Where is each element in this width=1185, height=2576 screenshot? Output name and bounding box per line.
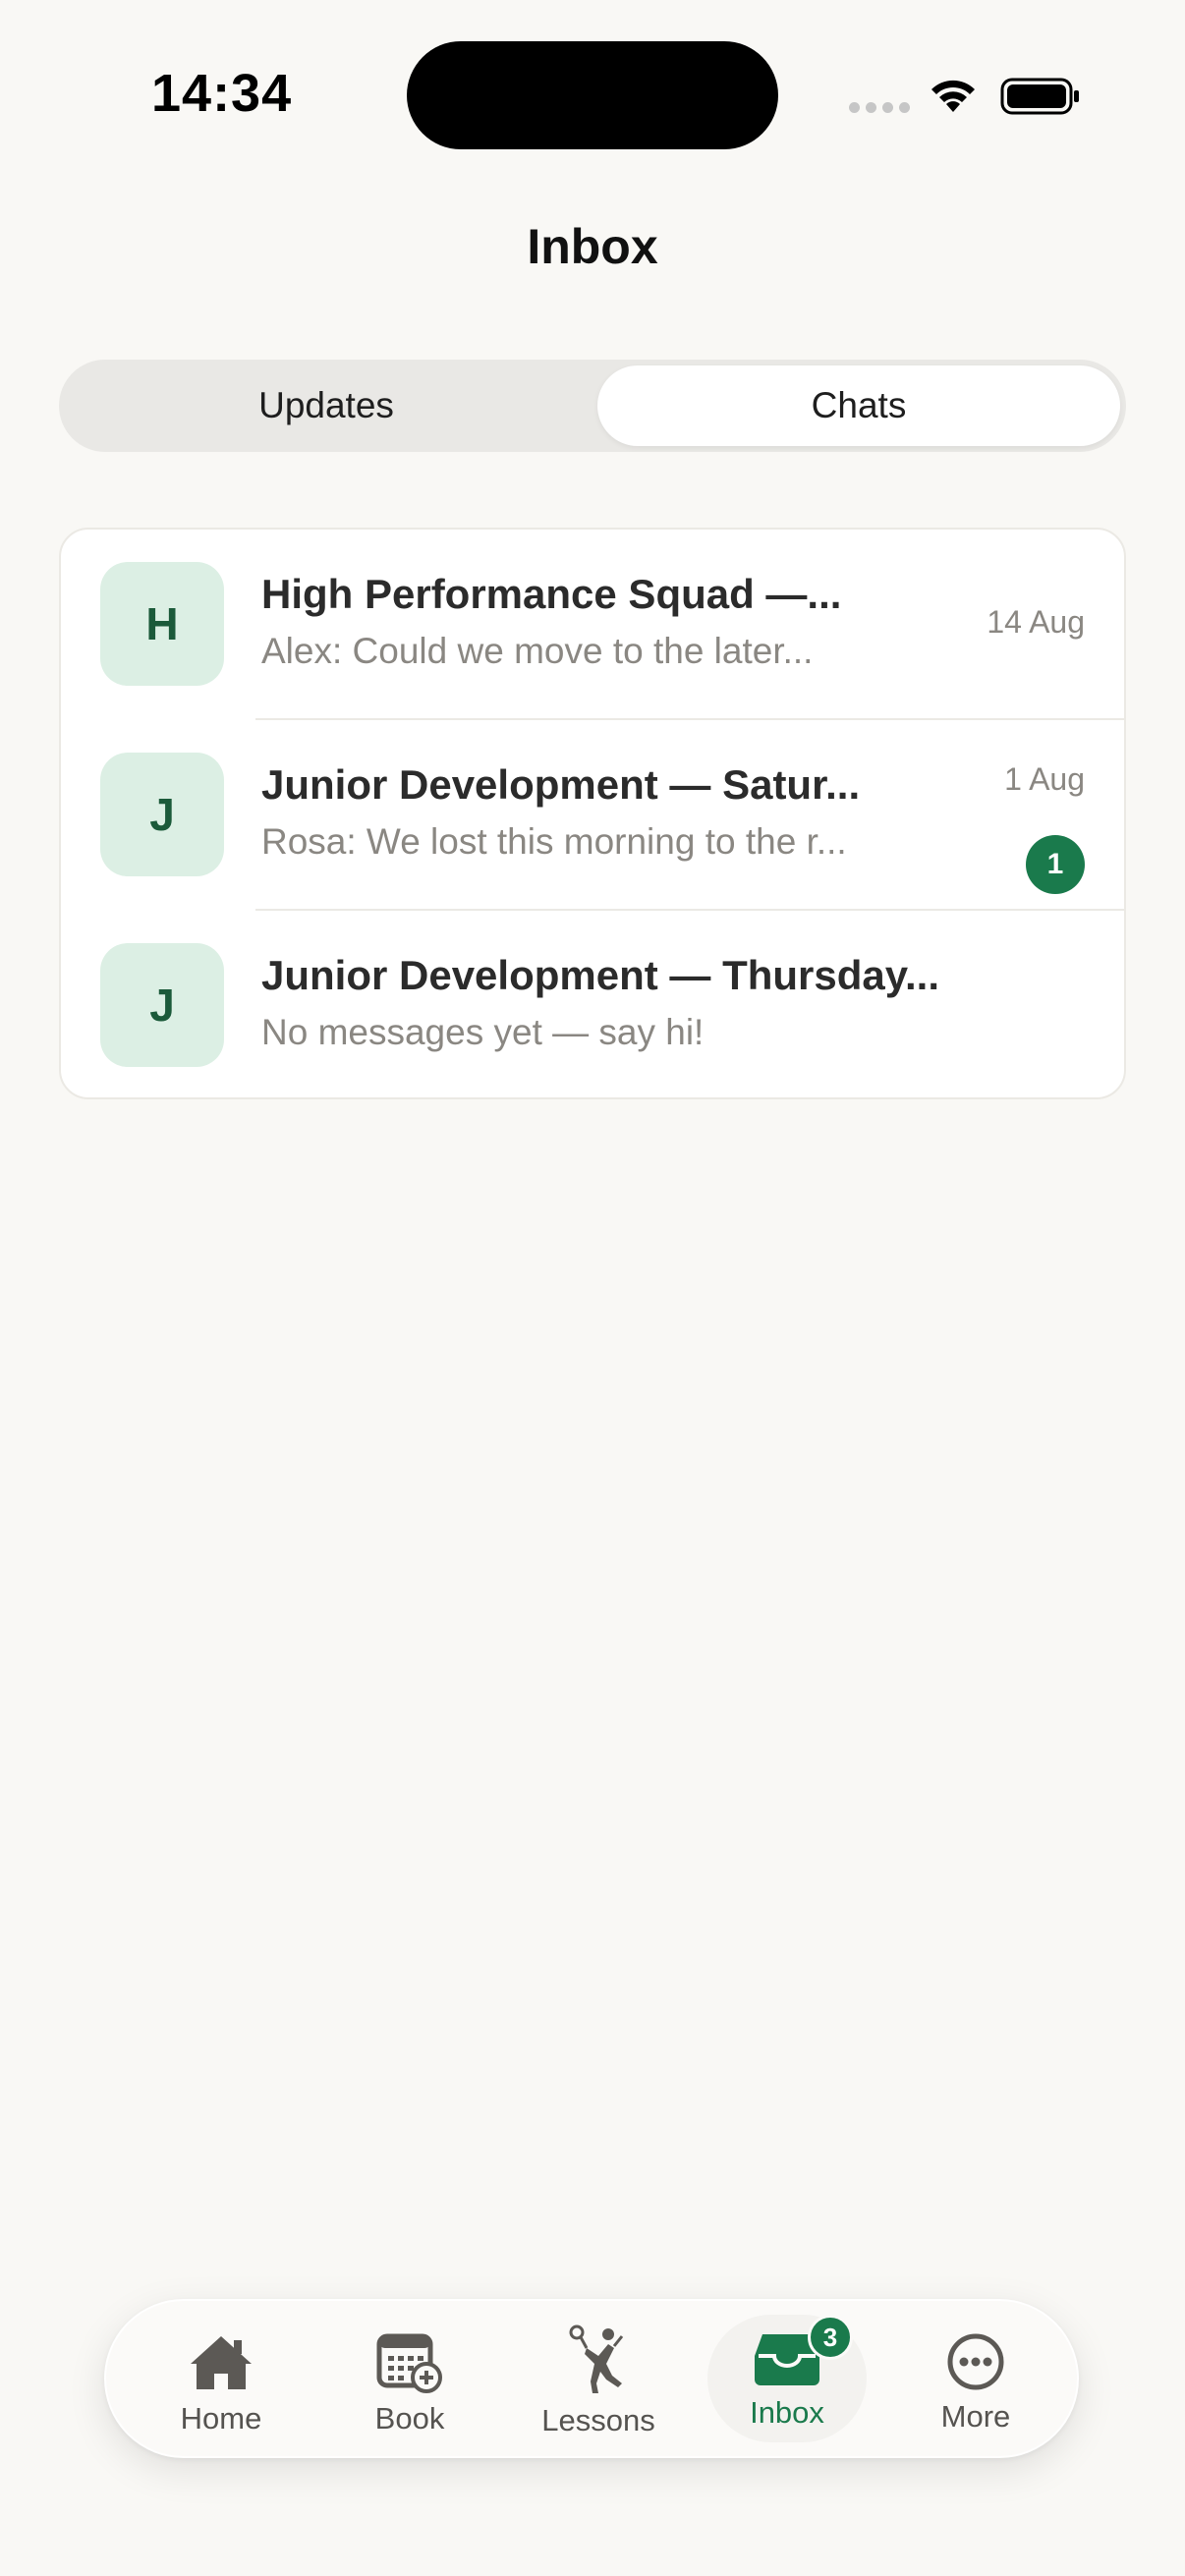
tab-inbox-label: Inbox xyxy=(750,2395,824,2430)
tab-inbox[interactable]: 3 Inbox xyxy=(694,2301,880,2456)
chat-title: Junior Development — Satur... xyxy=(261,761,861,808)
bottom-tab-bar: Home Book Lessons 3 Inbox More xyxy=(104,2299,1079,2458)
chat-preview: Rosa: We lost this morning to the r... xyxy=(261,821,847,862)
chat-list-item[interactable]: H High Performance Squad —... Alex: Coul… xyxy=(61,530,1124,720)
tab-more[interactable]: More xyxy=(882,2301,1069,2456)
inbox-unread-badge: 3 xyxy=(808,2315,853,2360)
calendar-add-icon xyxy=(376,2333,442,2393)
inbox-screen: 14:34 Inbox Updates Chats H High Perform… xyxy=(0,0,1185,2576)
chat-avatar: J xyxy=(100,753,224,876)
chat-avatar: J xyxy=(100,943,224,1067)
wifi-icon xyxy=(931,80,975,112)
chat-list: H High Performance Squad —... Alex: Coul… xyxy=(59,528,1126,1099)
cellular-signal-icon xyxy=(849,102,910,113)
tab-chats[interactable]: Chats xyxy=(597,365,1120,446)
inbox-segmented-control: Updates Chats xyxy=(59,360,1126,452)
home-icon xyxy=(191,2336,252,2389)
battery-icon xyxy=(1000,78,1079,115)
more-circle-icon xyxy=(947,2333,1004,2390)
status-time: 14:34 xyxy=(151,64,293,123)
tab-home[interactable]: Home xyxy=(128,2301,314,2456)
tab-lessons[interactable]: Lessons xyxy=(505,2301,692,2456)
chat-date: 14 Aug xyxy=(987,604,1085,640)
unread-count-badge: 1 xyxy=(1026,835,1085,894)
tab-book[interactable]: Book xyxy=(316,2301,503,2456)
chat-date: 1 Aug xyxy=(1004,761,1085,797)
chat-title: High Performance Squad —... xyxy=(261,571,842,617)
tennis-player-icon xyxy=(569,2324,624,2393)
tab-updates[interactable]: Updates xyxy=(65,365,588,446)
chat-list-item[interactable]: J Junior Development — Satur... Rosa: We… xyxy=(61,720,1124,911)
tab-home-label: Home xyxy=(180,2401,262,2436)
tab-more-label: More xyxy=(940,2399,1011,2434)
chat-title: Junior Development — Thursday... xyxy=(261,952,940,998)
dynamic-island xyxy=(407,41,778,149)
tab-lessons-label: Lessons xyxy=(541,2403,655,2437)
chat-avatar: H xyxy=(100,562,224,686)
chat-preview: No messages yet — say hi! xyxy=(261,1012,705,1052)
tab-book-label: Book xyxy=(374,2401,445,2436)
page-title: Inbox xyxy=(527,219,658,274)
chat-preview: Alex: Could we move to the later... xyxy=(261,631,814,671)
chat-list-item[interactable]: J Junior Development — Thursday... No me… xyxy=(61,911,1124,1097)
